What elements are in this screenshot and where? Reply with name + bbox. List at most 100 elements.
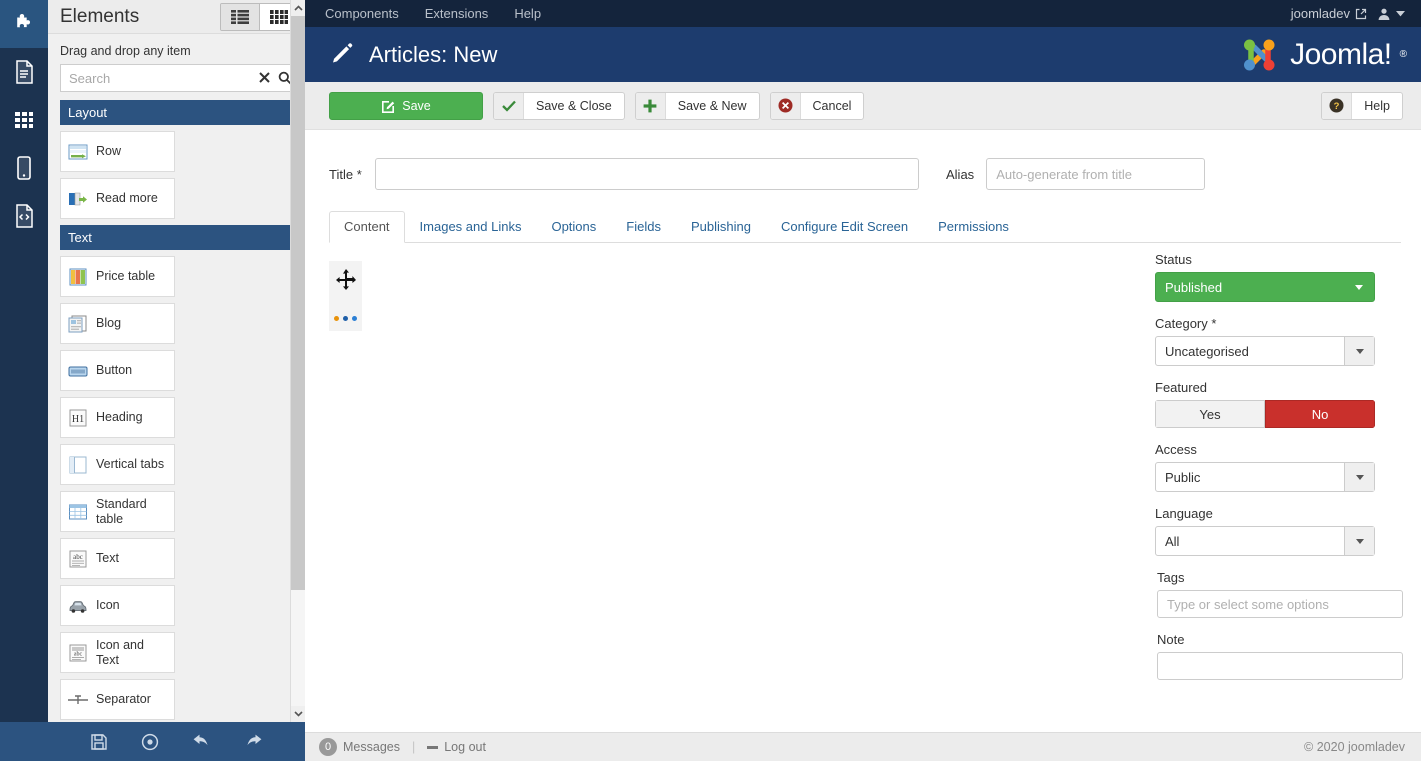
standard-table-icon xyxy=(67,501,89,523)
tile-label: Icon and Text xyxy=(96,638,168,667)
help-icon: ? xyxy=(1322,93,1352,119)
tile-grid-layout: Row Read more xyxy=(60,131,292,219)
scrollbar-track[interactable] xyxy=(291,16,306,706)
help-button[interactable]: ? Help xyxy=(1321,92,1403,120)
element-tile-button[interactable]: Button xyxy=(60,350,175,391)
tab-permissions[interactable]: Permissions xyxy=(923,211,1024,243)
element-tile-icon-and-text[interactable]: abc Icon and Text xyxy=(60,632,175,673)
messages-button[interactable]: 0 Messages xyxy=(319,738,400,756)
price-table-icon xyxy=(67,266,89,288)
mobile-icon[interactable] xyxy=(0,144,48,192)
messages-count-badge: 0 xyxy=(319,738,337,756)
element-tile-separator[interactable]: Separator xyxy=(60,679,175,720)
menu-item-help[interactable]: Help xyxy=(514,6,541,21)
scroll-up-icon[interactable] xyxy=(291,0,306,16)
editor-drag-handle-block[interactable] xyxy=(329,261,362,331)
element-tile-standard-table[interactable]: Standard table xyxy=(60,491,175,532)
top-menu-bar: Components Extensions Help joomladev xyxy=(305,0,1421,27)
save-button[interactable]: Save xyxy=(329,92,483,120)
cancel-icon xyxy=(771,93,801,119)
save-edit-icon xyxy=(381,99,395,113)
field-tags: Tags Type or select some options xyxy=(1157,570,1375,618)
save-new-button-label: Save & New xyxy=(666,99,759,113)
tags-input[interactable]: Type or select some options xyxy=(1157,590,1403,618)
cancel-button[interactable]: Cancel xyxy=(770,92,865,120)
logout-icon xyxy=(427,746,438,749)
save-new-button[interactable]: Save & New xyxy=(635,92,760,120)
document-icon[interactable] xyxy=(0,48,48,96)
tile-label: Button xyxy=(96,363,132,377)
element-tile-row[interactable]: Row xyxy=(60,131,175,172)
tab-configure-edit-screen[interactable]: Configure Edit Screen xyxy=(766,211,923,243)
joomla-mark-icon xyxy=(1238,34,1282,76)
undo-icon[interactable] xyxy=(192,733,211,751)
button-icon xyxy=(67,360,89,382)
save-close-button[interactable]: Save & Close xyxy=(493,92,625,120)
record-icon[interactable] xyxy=(141,733,159,751)
featured-no-button[interactable]: No xyxy=(1265,400,1375,428)
vertical-tabs-icon xyxy=(67,454,89,476)
chevron-down-icon xyxy=(1396,11,1405,17)
save-icon[interactable] xyxy=(90,733,108,751)
note-input[interactable] xyxy=(1157,652,1403,680)
tile-label: Heading xyxy=(96,410,143,424)
title-input[interactable] xyxy=(375,158,919,190)
search-input[interactable] xyxy=(61,65,253,91)
move-icon[interactable] xyxy=(335,269,357,291)
menu-item-components[interactable]: Components xyxy=(325,6,399,21)
field-note: Note xyxy=(1157,632,1375,680)
logout-button[interactable]: Log out xyxy=(427,740,486,754)
elements-panel-body: Drag and drop any item Layout Row xyxy=(48,34,304,722)
group-header-text: Text xyxy=(60,225,292,250)
grid-icon[interactable] xyxy=(0,96,48,144)
editor-options-dots-icon[interactable] xyxy=(334,316,357,321)
joomla-admin-page: Elements Drag and drop any item xyxy=(0,0,1421,761)
tab-images-and-links[interactable]: Images and Links xyxy=(405,211,537,243)
dot xyxy=(343,316,348,321)
redo-icon[interactable] xyxy=(244,733,263,751)
tile-label: Blog xyxy=(96,316,121,330)
note-label: Note xyxy=(1157,632,1375,647)
article-settings-sidebar: Status Published Category * Uncategorise… xyxy=(1145,130,1421,732)
category-select[interactable]: Uncategorised xyxy=(1155,336,1375,366)
tile-label: Row xyxy=(96,144,121,158)
element-tile-text[interactable]: abc Text xyxy=(60,538,175,579)
status-separator: | xyxy=(412,740,415,754)
element-tile-blog[interactable]: Blog xyxy=(60,303,175,344)
tab-fields[interactable]: Fields xyxy=(611,211,676,243)
site-link[interactable]: joomladev xyxy=(1291,6,1367,21)
scrollbar-thumb[interactable] xyxy=(291,16,306,590)
action-toolbar: Save Save & Close Save & New Cancel ? He… xyxy=(305,82,1421,130)
user-menu[interactable] xyxy=(1377,7,1405,21)
top-bar-right: joomladev xyxy=(1291,6,1421,21)
read-more-icon xyxy=(67,188,89,210)
chevron-down-icon xyxy=(1344,337,1374,365)
element-tile-price-table[interactable]: Price table xyxy=(60,256,175,297)
view-mode-toggle xyxy=(220,3,298,31)
element-tile-heading[interactable]: H1 Heading xyxy=(60,397,175,438)
tab-publishing[interactable]: Publishing xyxy=(676,211,766,243)
menu-item-extensions[interactable]: Extensions xyxy=(425,6,489,21)
featured-yes-button[interactable]: Yes xyxy=(1155,400,1265,428)
scroll-down-icon[interactable] xyxy=(291,706,306,722)
language-select[interactable]: All xyxy=(1155,526,1375,556)
access-select[interactable]: Public xyxy=(1155,462,1375,492)
status-select[interactable]: Published xyxy=(1155,272,1375,302)
tile-label: Standard table xyxy=(96,497,168,526)
element-tile-icon[interactable]: Icon xyxy=(60,585,175,626)
elements-panel-header: Elements xyxy=(48,0,304,34)
tab-content[interactable]: Content xyxy=(329,211,405,243)
puzzle-icon[interactable] xyxy=(0,0,48,48)
code-file-icon[interactable] xyxy=(0,192,48,240)
elements-panel-scrollbar[interactable] xyxy=(290,0,305,722)
tab-options[interactable]: Options xyxy=(536,211,611,243)
clear-search-icon[interactable] xyxy=(253,72,276,85)
field-status: Status Published xyxy=(1155,252,1375,302)
list-view-button[interactable] xyxy=(221,4,259,30)
access-label: Access xyxy=(1155,442,1375,457)
rail-footer-spacer xyxy=(0,722,48,761)
element-tile-read-more[interactable]: Read more xyxy=(60,178,175,219)
page-title: Articles: New xyxy=(369,42,497,68)
element-tile-vertical-tabs[interactable]: Vertical tabs xyxy=(60,444,175,485)
heading-icon: H1 xyxy=(67,407,89,429)
